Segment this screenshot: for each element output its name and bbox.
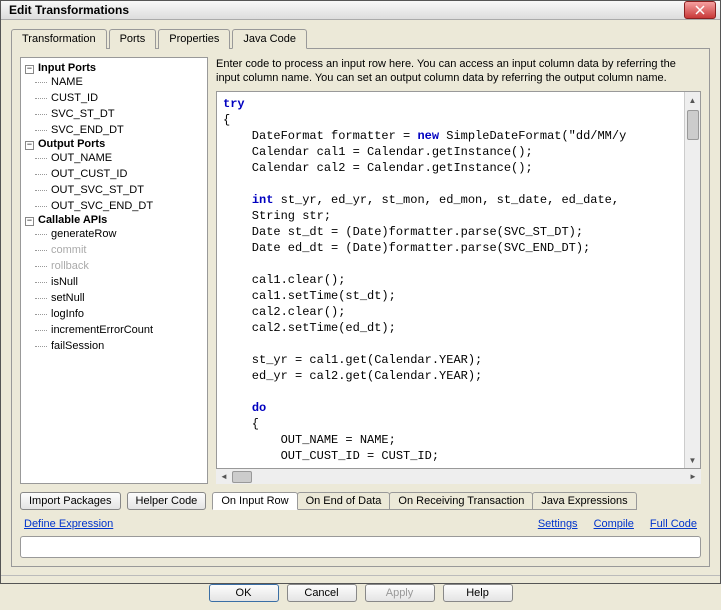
horizontal-scrollbar[interactable]: ◄ ►: [216, 468, 701, 484]
titlebar: Edit Transformations: [1, 1, 720, 20]
subtab-on-end-of-data[interactable]: On End of Data: [297, 492, 391, 510]
scroll-thumb[interactable]: [232, 471, 252, 483]
full-code-link[interactable]: Full Code: [650, 518, 697, 530]
split-pane: −Input Ports NAME CUST_ID SVC_ST_DT SVC_…: [20, 57, 701, 484]
scroll-up-icon[interactable]: ▲: [685, 92, 701, 108]
help-button[interactable]: Help: [443, 584, 513, 602]
cancel-button[interactable]: Cancel: [287, 584, 357, 602]
code-editor[interactable]: try { DateFormat formatter = new SimpleD…: [217, 92, 684, 468]
tree-item[interactable]: generateRow: [23, 226, 205, 242]
footer-buttons: OK Cancel Apply Help: [1, 575, 720, 610]
vertical-scrollbar[interactable]: ▲ ▼: [684, 92, 700, 468]
import-packages-button[interactable]: Import Packages: [20, 492, 121, 510]
tree-item[interactable]: SVC_ST_DT: [23, 106, 205, 122]
helper-code-button[interactable]: Helper Code: [127, 492, 207, 510]
scroll-right-icon[interactable]: ►: [685, 469, 701, 485]
close-icon: [695, 5, 705, 15]
tree-item[interactable]: rollback: [23, 258, 205, 274]
right-panel: Enter code to process an input row here.…: [216, 57, 701, 484]
tree-item[interactable]: OUT_SVC_END_DT: [23, 198, 205, 214]
tree-item[interactable]: SVC_END_DT: [23, 122, 205, 138]
compile-link[interactable]: Compile: [594, 518, 634, 530]
code-editor-wrap: try { DateFormat formatter = new SimpleD…: [216, 91, 701, 469]
status-box: [20, 536, 701, 558]
settings-link[interactable]: Settings: [538, 518, 578, 530]
tree-group-input-ports[interactable]: −Input Ports: [23, 62, 205, 74]
define-expression-link[interactable]: Define Expression: [24, 518, 113, 530]
tree-item[interactable]: OUT_SVC_ST_DT: [23, 182, 205, 198]
ok-button[interactable]: OK: [209, 584, 279, 602]
tree-item[interactable]: logInfo: [23, 306, 205, 322]
tab-panel-java-code: −Input Ports NAME CUST_ID SVC_ST_DT SVC_…: [11, 49, 710, 567]
main-tabs: Transformation Ports Properties Java Cod…: [11, 28, 710, 49]
tree-item[interactable]: OUT_NAME: [23, 150, 205, 166]
subtab-java-expressions[interactable]: Java Expressions: [532, 492, 636, 510]
minus-icon[interactable]: −: [25, 141, 34, 150]
content-area: Transformation Ports Properties Java Cod…: [1, 20, 720, 575]
scroll-thumb[interactable]: [687, 110, 699, 140]
minus-icon[interactable]: −: [25, 217, 34, 226]
toolbar-row: Import Packages Helper Code On Input Row…: [20, 492, 701, 510]
tree-item[interactable]: isNull: [23, 274, 205, 290]
tree-item[interactable]: setNull: [23, 290, 205, 306]
scroll-left-icon[interactable]: ◄: [216, 469, 232, 485]
edit-transformations-window: Edit Transformations Transformation Port…: [0, 0, 721, 584]
code-section-tabs: On Input Row On End of Data On Receiving…: [212, 492, 636, 510]
scroll-down-icon[interactable]: ▼: [685, 452, 701, 468]
tab-ports[interactable]: Ports: [109, 29, 157, 49]
tree-item[interactable]: incrementErrorCount: [23, 322, 205, 338]
apply-button[interactable]: Apply: [365, 584, 435, 602]
close-button[interactable]: [684, 1, 716, 19]
title-text: Edit Transformations: [5, 3, 129, 17]
links-row: Define Expression Settings Compile Full …: [20, 518, 701, 530]
tab-properties[interactable]: Properties: [158, 29, 230, 49]
tree-group-output-ports[interactable]: −Output Ports: [23, 138, 205, 150]
tree-group-callable-apis[interactable]: −Callable APIs: [23, 214, 205, 226]
ports-tree[interactable]: −Input Ports NAME CUST_ID SVC_ST_DT SVC_…: [20, 57, 208, 484]
minus-icon[interactable]: −: [25, 65, 34, 74]
subtab-on-input-row[interactable]: On Input Row: [212, 492, 297, 510]
tab-java-code[interactable]: Java Code: [232, 29, 307, 49]
subtab-on-receiving-transaction[interactable]: On Receiving Transaction: [389, 492, 533, 510]
tree-item[interactable]: CUST_ID: [23, 90, 205, 106]
tab-transformation[interactable]: Transformation: [11, 29, 107, 49]
tree-item[interactable]: failSession: [23, 338, 205, 354]
tree-item[interactable]: OUT_CUST_ID: [23, 166, 205, 182]
tree-item[interactable]: NAME: [23, 74, 205, 90]
hint-text: Enter code to process an input row here.…: [216, 57, 701, 85]
tree-item[interactable]: commit: [23, 242, 205, 258]
